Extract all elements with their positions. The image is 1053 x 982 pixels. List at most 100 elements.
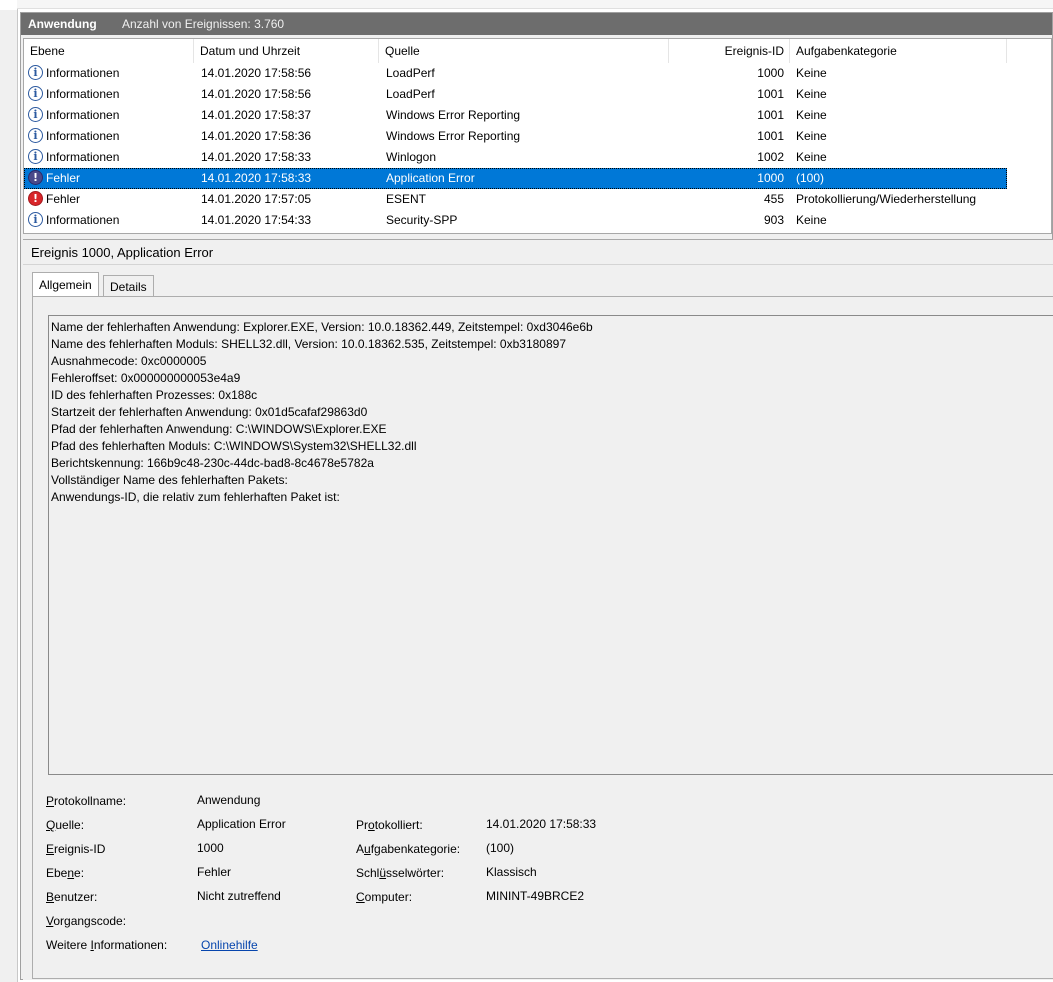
- info-icon: i: [28, 149, 43, 164]
- cell-level: Fehler: [46, 171, 81, 185]
- column-header-task-category[interactable]: Aufgabenkategorie: [790, 39, 1007, 63]
- cell-level: Fehler: [46, 192, 81, 206]
- column-header-level[interactable]: Ebene: [24, 39, 194, 63]
- event-description[interactable]: Name der fehlerhaften Anwendung: Explore…: [48, 315, 1053, 775]
- column-header-event-id[interactable]: Ereignis-ID: [669, 39, 790, 63]
- cell-event-id: 1000: [757, 171, 784, 185]
- cell-event-id: 1001: [757, 87, 784, 101]
- toolbar-edge: [17, 0, 1053, 9]
- label-computer: Computer:: [356, 890, 413, 904]
- cell-source: ESENT: [386, 192, 427, 206]
- value-source: Application Error: [197, 817, 286, 831]
- cell-event-id: 1001: [757, 108, 784, 122]
- description-line: Ausnahmecode: 0xc0000005: [51, 354, 207, 368]
- cell-level: Informationen: [46, 150, 120, 164]
- cell-task-category: Keine: [796, 213, 827, 227]
- description-line: Fehleroffset: 0x000000000053e4a9: [51, 371, 241, 385]
- separator: [23, 264, 1053, 265]
- info-icon: i: [28, 86, 43, 101]
- table-row[interactable]: i Informationen 14.01.2020 17:58:56 LoadPer…: [24, 84, 1007, 105]
- table-row[interactable]: i Informationen 14.01.2020 17:58:36 Windows…: [24, 126, 1007, 147]
- table-row[interactable]: i Informationen 14.01.2020 17:58:37 Windows…: [24, 105, 1007, 126]
- table-row[interactable]: i Informationen 14.01.2020 17:58:56 LoadPer…: [24, 63, 1007, 84]
- label-logged: Protokolliert:: [356, 818, 423, 832]
- description-line: Pfad der fehlerhaften Anwendung: C:\WIND…: [51, 422, 387, 436]
- cell-task-category: Keine: [796, 108, 827, 122]
- cell-task-category: Keine: [796, 150, 827, 164]
- description-line: Anwendungs-ID, die relativ zum fehlerhaf…: [51, 490, 340, 504]
- cell-event-id: 1001: [757, 129, 784, 143]
- info-icon: i: [28, 65, 43, 80]
- cell-task-category: Keine: [796, 87, 827, 101]
- cell-task-category: Keine: [796, 66, 827, 80]
- cell-level: Informationen: [46, 213, 120, 227]
- label-user: Benutzer:: [46, 890, 98, 904]
- description-line: Name der fehlerhaften Anwendung: Explore…: [51, 320, 593, 334]
- cell-task-category: (100): [796, 171, 825, 185]
- tab-general[interactable]: Allgemein: [32, 272, 99, 297]
- navigation-pane-edge: [0, 0, 18, 982]
- cell-datetime: 14.01.2020 17:58:33: [201, 150, 312, 164]
- cell-source: LoadPerf: [386, 66, 435, 80]
- value-task-category: (100): [486, 841, 515, 855]
- cell-level: Informationen: [46, 66, 120, 80]
- cell-event-id: 903: [763, 213, 784, 227]
- cell-level: Informationen: [46, 87, 120, 101]
- table-row[interactable]: ! Fehler 14.01.2020 17:57:05 ESENT 455 Protok…: [24, 189, 1007, 210]
- cell-event-id: 455: [763, 192, 784, 206]
- label-task-category: Aufgabenkategorie:: [356, 842, 461, 856]
- cell-source: LoadPerf: [386, 87, 435, 101]
- label-log-name: Protokollname:: [46, 794, 127, 808]
- cell-task-category: Protokollierung/Wiederherstellung: [796, 192, 977, 206]
- error-icon: !: [28, 170, 43, 185]
- value-computer: MININT-49BRCE2: [486, 889, 585, 903]
- value-event-id: 1000: [197, 841, 224, 855]
- description-line: ID des fehlerhaften Prozesses: 0x188c: [51, 388, 258, 402]
- column-header-datetime[interactable]: Datum und Uhrzeit: [194, 39, 379, 63]
- list-header: Ebene Datum und Uhrzeit Quelle Ereignis-…: [24, 39, 1051, 63]
- description-line: Name des fehlerhaften Moduls: SHELL32.dl…: [51, 337, 566, 351]
- cell-source: Security-SPP: [386, 213, 458, 227]
- event-count: Anzahl von Ereignissen: 3.760: [122, 17, 285, 31]
- event-details: Ereignis 1000, Application Error Allgeme…: [23, 239, 1053, 980]
- tab-details[interactable]: Details: [103, 275, 154, 297]
- value-user: Nicht zutreffend: [197, 889, 281, 903]
- general-tab-page: Name der fehlerhaften Anwendung: Explore…: [32, 296, 1053, 979]
- description-line: Vollständiger Name des fehlerhaften Pake…: [51, 473, 288, 487]
- cell-level: Informationen: [46, 129, 120, 143]
- table-row[interactable]: ! Fehler 14.01.2020 17:58:33 Application Er…: [24, 168, 1007, 189]
- table-row[interactable]: i Informationen 14.01.2020 17:54:33 Securit…: [24, 210, 1007, 231]
- event-list[interactable]: Ebene Datum und Uhrzeit Quelle Ereignis-…: [23, 38, 1052, 234]
- label-keywords: Schlüsselwörter:: [356, 866, 445, 880]
- cell-datetime: 14.01.2020 17:58:33: [201, 171, 312, 185]
- info-icon: i: [28, 128, 43, 143]
- value-keywords: Klassisch: [486, 865, 537, 879]
- cell-datetime: 14.01.2020 17:58:37: [201, 108, 312, 122]
- cell-datetime: 14.01.2020 17:58:56: [201, 66, 312, 80]
- column-header-source[interactable]: Quelle: [379, 39, 669, 63]
- label-opcode: Vorgangscode:: [46, 914, 127, 928]
- online-help-link[interactable]: Onlinehilfe: [201, 938, 258, 952]
- info-icon: i: [28, 107, 43, 122]
- label-event-id: Ereignis-ID: [46, 842, 106, 856]
- log-title: Anwendung: [28, 17, 97, 31]
- cell-datetime: 14.01.2020 17:54:33: [201, 213, 312, 227]
- cell-event-id: 1002: [757, 150, 784, 164]
- cell-datetime: 14.01.2020 17:58:36: [201, 129, 312, 143]
- event-title: Ereignis 1000, Application Error: [31, 245, 214, 260]
- cell-datetime: 14.01.2020 17:58:56: [201, 87, 312, 101]
- cell-source: Application Error: [386, 171, 475, 185]
- cell-source: Windows Error Reporting: [386, 129, 521, 143]
- label-level: Ebene:: [46, 866, 85, 880]
- cell-event-id: 1000: [757, 66, 784, 80]
- value-level: Fehler: [197, 865, 232, 879]
- cell-level: Informationen: [46, 108, 120, 122]
- table-row[interactable]: i Informationen 14.01.2020 17:58:33 Winlogo…: [24, 147, 1007, 168]
- value-logged: 14.01.2020 17:58:33: [486, 817, 597, 831]
- description-line: Startzeit der fehlerhaften Anwendung: 0x…: [51, 405, 368, 419]
- label-source: Quelle:: [46, 818, 85, 832]
- label-more-info: Weitere Informationen:: [46, 938, 168, 952]
- event-log-panel: Anwendung Anzahl von Ereignissen: 3.760 …: [20, 12, 1053, 980]
- cell-source: Winlogon: [386, 150, 437, 164]
- value-log-name: Anwendung: [197, 793, 261, 807]
